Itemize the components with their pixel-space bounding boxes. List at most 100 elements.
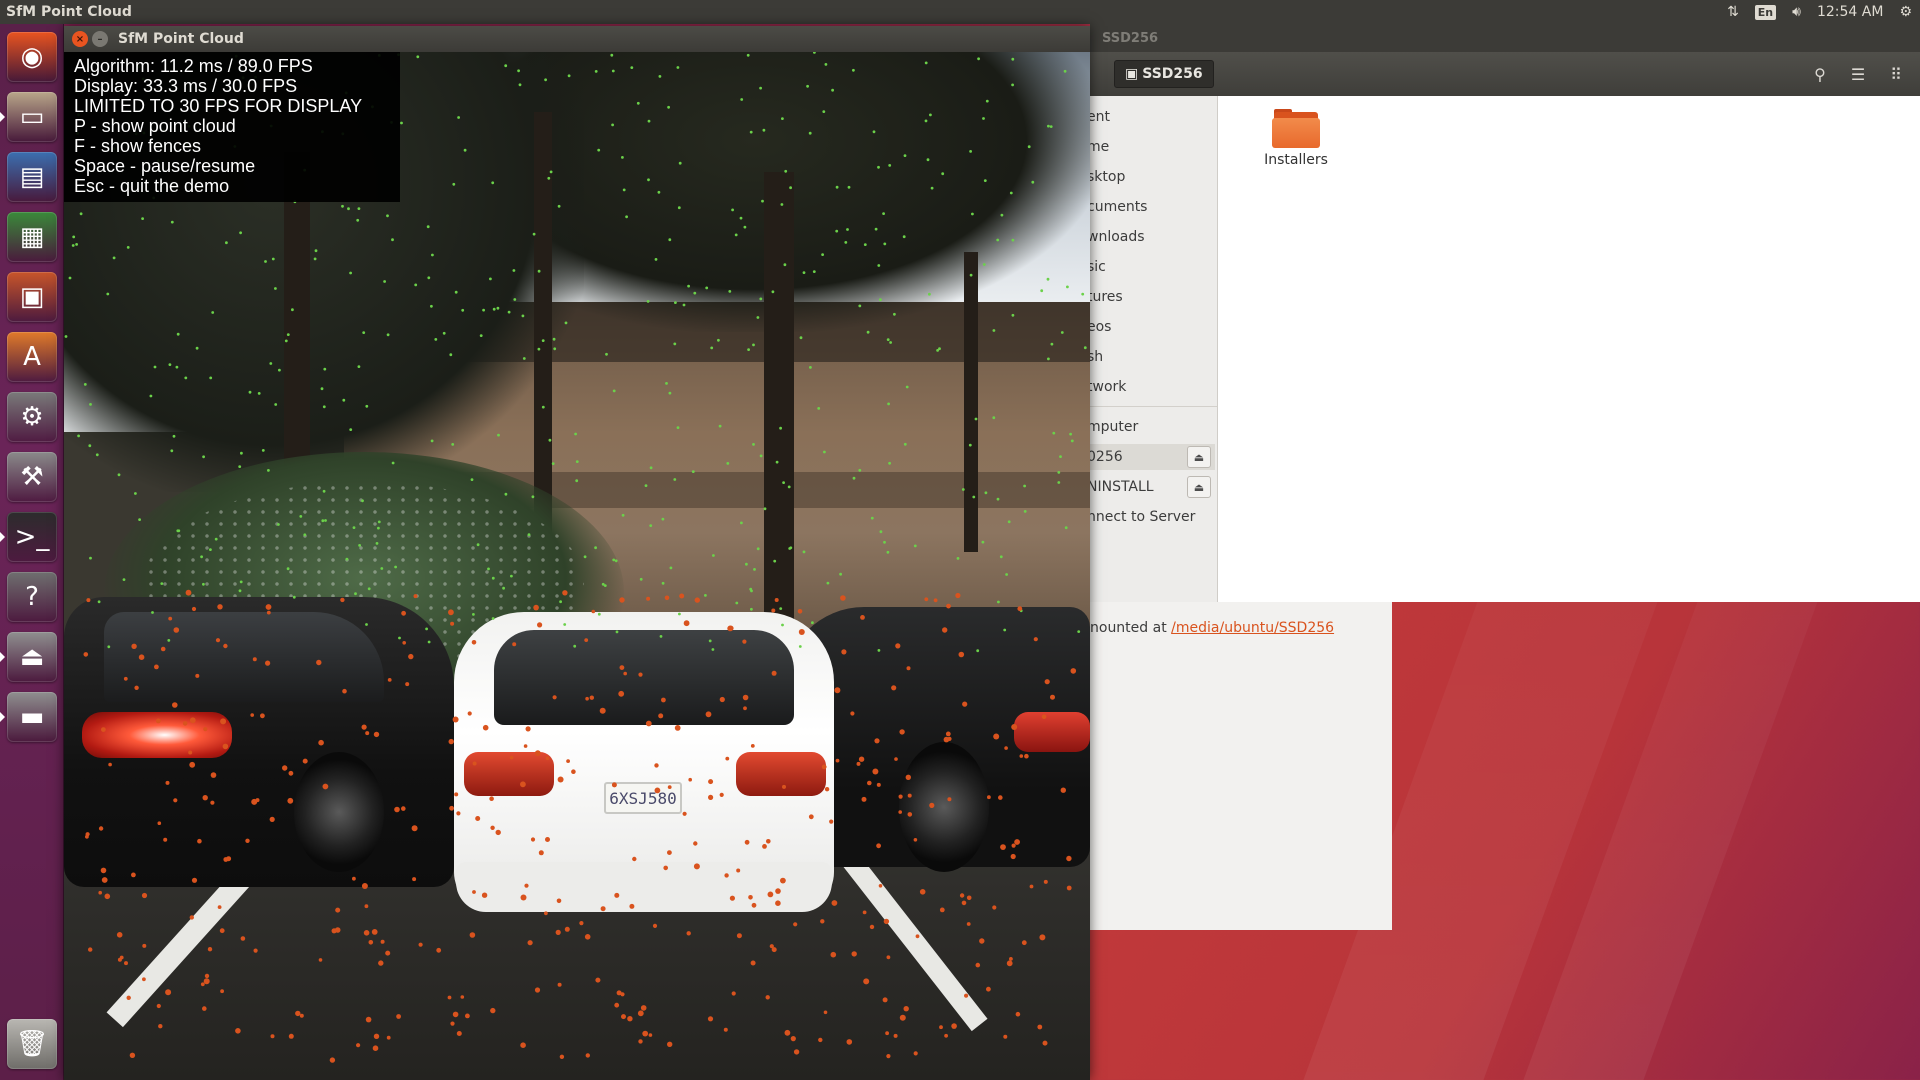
- system-settings-glyph: ⚙: [20, 402, 44, 432]
- white-car-taillight-right: [736, 752, 826, 796]
- white-car-bumper: [456, 862, 832, 912]
- sfm-window[interactable]: × – SfM Point Cloud 6XSJ580 Algorithm: 1…: [64, 26, 1090, 1080]
- sidebar-item-ssd256[interactable]: 0256 ⏏: [1090, 444, 1215, 470]
- sfm-window-title: SfM Point Cloud: [118, 31, 244, 47]
- sidebar-item-videos[interactable]: eos: [1090, 314, 1111, 340]
- launcher-libreoffice-impress-icon[interactable]: ▣: [7, 272, 57, 322]
- sidebar-divider: [1090, 406, 1217, 407]
- white-car-taillight-left: [464, 752, 554, 796]
- launcher-install-ubuntu-icon[interactable]: ⚒: [7, 452, 57, 502]
- overlay-hint-point-cloud: P - show point cloud: [74, 116, 236, 136]
- launcher-system-settings-icon[interactable]: ⚙: [7, 392, 57, 442]
- sidebar-item-home[interactable]: me: [1090, 134, 1109, 160]
- running-indicator: [0, 112, 5, 122]
- feature-point-green: [134, 492, 137, 495]
- running-indicator: [0, 532, 5, 542]
- terminal-glyph: >_: [14, 522, 50, 552]
- launcher-terminal-icon[interactable]: >_: [7, 512, 57, 562]
- launcher-libreoffice-calc-icon[interactable]: ▦: [7, 212, 57, 262]
- keyboard-indicator[interactable]: En: [1747, 0, 1784, 24]
- files-glyph: ▭: [19, 102, 45, 132]
- stats-overlay: Algorithm: 11.2 ms / 89.0 FPS Display: 3…: [64, 52, 400, 202]
- running-indicator: [0, 712, 5, 722]
- folder-installers[interactable]: Installers: [1263, 108, 1329, 168]
- launcher-usb-drive-icon[interactable]: ⏏: [7, 632, 57, 682]
- keyboard-lang-label: En: [1754, 4, 1777, 20]
- sidebar-item-music[interactable]: sic: [1090, 254, 1106, 280]
- help-glyph: ?: [25, 582, 39, 612]
- car-left-taillight: [82, 712, 232, 758]
- file-manager-content: Installers: [1218, 96, 1920, 602]
- overlay-display-stat: Display: 33.3 ms / 30.0 FPS: [74, 76, 298, 96]
- launcher: ◉ ▭ ▤ ▦ ▣ A ⚙ ⚒ >_? ⏏ ▬ 🗑︎: [0, 24, 64, 1080]
- drive-icon: ▣: [1125, 66, 1139, 82]
- grid-view-icon[interactable]: ⠿: [1880, 59, 1912, 89]
- feature-point-green: [89, 556, 92, 560]
- scene-trunk: [764, 172, 794, 652]
- sidebar-item-desktop[interactable]: sktop: [1090, 164, 1125, 190]
- sidebar-item-downloads[interactable]: wnloads: [1090, 224, 1145, 250]
- libreoffice-impress-glyph: ▣: [19, 282, 45, 312]
- mount-path-link[interactable]: /media/ubuntu/SSD256: [1171, 620, 1334, 636]
- sidebar-item-pictures[interactable]: tures: [1090, 284, 1123, 310]
- file-manager-titlebar[interactable]: SSD256: [1090, 24, 1920, 52]
- file-manager-title: SSD256: [1102, 30, 1159, 46]
- search-icon[interactable]: ⚲: [1804, 59, 1836, 89]
- libreoffice-writer-glyph: ▤: [19, 162, 45, 192]
- breadcrumb-ssd256[interactable]: ▣ SSD256: [1114, 60, 1214, 88]
- dash-home-glyph: ◉: [20, 42, 44, 72]
- overlay-hint-fences: F - show fences: [74, 136, 202, 156]
- file-manager-toolbar: ▣ SSD256 ⚲ ☰ ⠿: [1090, 52, 1920, 96]
- sidebar-item-network[interactable]: twork: [1090, 374, 1126, 400]
- launcher-trash-icon[interactable]: 🗑︎: [7, 1019, 57, 1069]
- sfm-titlebar[interactable]: × – SfM Point Cloud: [64, 26, 1090, 52]
- launcher-software-center-icon[interactable]: A: [7, 332, 57, 382]
- license-plate: 6XSJ580: [604, 782, 682, 814]
- active-window-title: SfM Point Cloud: [6, 4, 132, 20]
- scene-trunk: [964, 252, 978, 552]
- white-car-window: [494, 630, 794, 725]
- sidebar-item-trash[interactable]: sh: [1090, 344, 1103, 370]
- usb-drive-glyph: ⏏: [19, 642, 45, 672]
- volume-icon[interactable]: 🔊︎: [1784, 0, 1809, 24]
- file-manager-window[interactable]: SSD256 ▣ SSD256 ⚲ ☰ ⠿ ent me sktop cumen…: [1090, 24, 1920, 602]
- file-manager-sidebar: ent me sktop cuments wnloads sic tures e…: [1090, 96, 1218, 602]
- launcher-disk-drive-icon[interactable]: ▬: [7, 692, 57, 742]
- trash-glyph: 🗑︎: [15, 1029, 49, 1059]
- close-icon[interactable]: ×: [72, 31, 88, 47]
- overlay-limit-note: LIMITED TO 30 FPS FOR DISPLAY: [74, 96, 363, 116]
- launcher-libreoffice-writer-icon[interactable]: ▤: [7, 152, 57, 202]
- sidebar-item-uninstall[interactable]: NINSTALL ⏏: [1090, 474, 1215, 500]
- sidebar-item-connect-server[interactable]: nnect to Server: [1090, 504, 1195, 530]
- sidebar-item-documents[interactable]: cuments: [1090, 194, 1147, 220]
- car-right-taillight: [1014, 712, 1090, 752]
- properties-panel: nounted at /media/ubuntu/SSD256: [1090, 602, 1392, 930]
- minimize-icon[interactable]: –: [92, 31, 108, 47]
- overlay-hint-quit: Esc - quit the demo: [74, 176, 230, 196]
- clock[interactable]: 12:54 AM: [1809, 0, 1891, 24]
- breadcrumb-label: SSD256: [1142, 66, 1203, 82]
- list-view-icon[interactable]: ☰: [1842, 59, 1874, 89]
- mount-info: nounted at /media/ubuntu/SSD256: [1090, 620, 1334, 636]
- launcher-files-icon[interactable]: ▭: [7, 92, 57, 142]
- settings-gear-icon[interactable]: ⚙: [1891, 0, 1920, 24]
- overlay-algorithm-stat: Algorithm: 11.2 ms / 89.0 FPS: [74, 56, 313, 76]
- car-left-wheel: [294, 752, 384, 872]
- sidebar-item-computer[interactable]: mputer: [1090, 414, 1138, 440]
- sidebar-item-recent[interactable]: ent: [1090, 104, 1110, 130]
- launcher-dash-home-icon[interactable]: ◉: [7, 32, 57, 82]
- launcher-help-icon[interactable]: ?: [7, 572, 57, 622]
- software-center-glyph: A: [23, 342, 41, 372]
- top-panel: SfM Point Cloud ⇅ En 🔊︎ 12:54 AM ⚙: [0, 0, 1920, 24]
- folder-icon: [1272, 108, 1320, 148]
- car-right-wheel: [899, 742, 989, 872]
- overlay-hint-pause: Space - pause/resume: [74, 156, 256, 176]
- video-canvas[interactable]: 6XSJ580 Algorithm: 11.2 ms / 89.0 FPS Di…: [64, 52, 1090, 1080]
- panel-indicators: ⇅ En 🔊︎ 12:54 AM ⚙: [1719, 0, 1920, 24]
- network-icon[interactable]: ⇅: [1719, 0, 1747, 24]
- disk-drive-glyph: ▬: [19, 702, 45, 732]
- car-left-window: [104, 612, 384, 702]
- eject-icon[interactable]: ⏏: [1187, 476, 1211, 498]
- eject-icon[interactable]: ⏏: [1187, 446, 1211, 468]
- install-ubuntu-glyph: ⚒: [20, 462, 44, 492]
